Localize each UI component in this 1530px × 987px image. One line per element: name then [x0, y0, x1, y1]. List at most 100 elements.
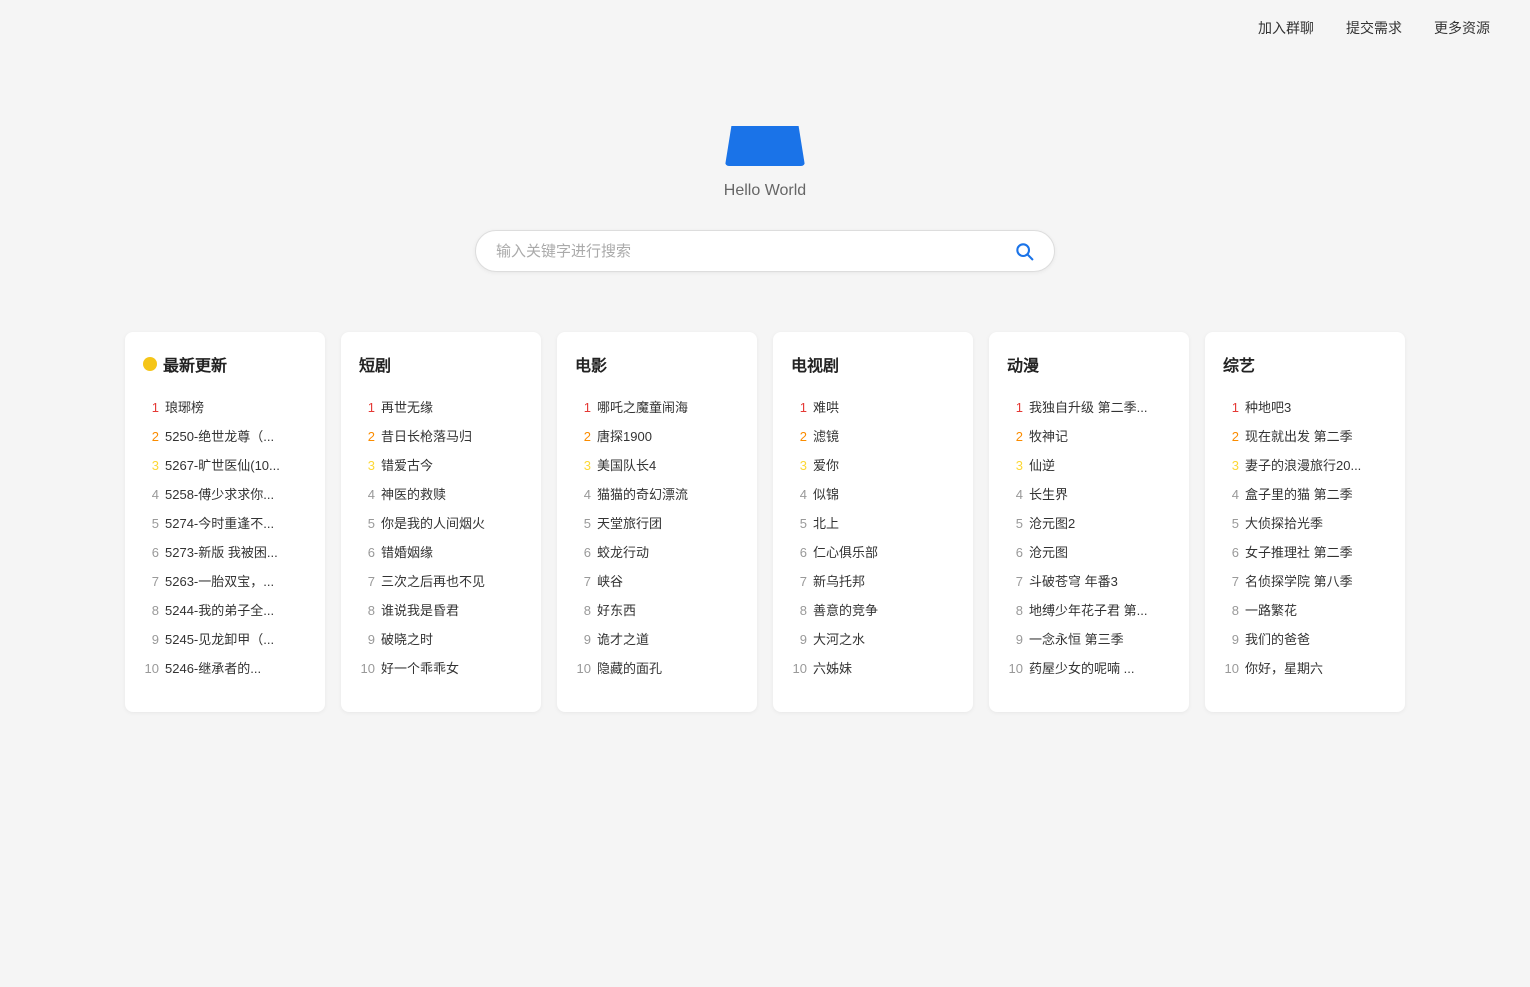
- list-item[interactable]: 4似锦: [791, 479, 955, 508]
- list-item[interactable]: 9诡才之道: [575, 624, 739, 653]
- list-item[interactable]: 1难哄: [791, 392, 955, 421]
- list-item[interactable]: 6女子推理社 第二季: [1223, 537, 1387, 566]
- list-item[interactable]: 10好一个乖乖女: [359, 653, 523, 682]
- list-item-text: 5244-我的弟子全...: [165, 600, 274, 619]
- list-item[interactable]: 7新乌托邦: [791, 566, 955, 595]
- list-item-number: 10: [143, 661, 159, 676]
- hero-section: Hello World: [0, 56, 1530, 312]
- list-item[interactable]: 6仁心俱乐部: [791, 537, 955, 566]
- list-item-text: 5274-今时重逢不...: [165, 513, 274, 532]
- list-item[interactable]: 2唐探1900: [575, 421, 739, 450]
- list-item-text: 隐藏的面孔: [597, 658, 662, 677]
- list-item[interactable]: 8谁说我是昏君: [359, 595, 523, 624]
- category-header-tv-drama: 电视剧: [791, 352, 955, 376]
- list-item-text: 5258-傅少求求你...: [165, 484, 274, 503]
- list-item-number: 9: [1223, 632, 1239, 647]
- list-item[interactable]: 3美国队长4: [575, 450, 739, 479]
- category-card-tv-drama: 电视剧 1难哄2滤镜3爱你4似锦5北上6仁心俱乐部7新乌托邦8善意的竞争9大河之水…: [773, 332, 973, 712]
- list-item[interactable]: 8地缚少年花子君 第...: [1007, 595, 1171, 624]
- list-item[interactable]: 3仙逆: [1007, 450, 1171, 479]
- list-item-text: 5273-新版 我被困...: [165, 542, 278, 561]
- list-item[interactable]: 8一路繁花: [1223, 595, 1387, 624]
- list-item[interactable]: 4猫猫的奇幻漂流: [575, 479, 739, 508]
- list-item[interactable]: 1种地吧3: [1223, 392, 1387, 421]
- list-item[interactable]: 95245-见龙卸甲（...: [143, 624, 307, 653]
- list-item[interactable]: 4长生界: [1007, 479, 1171, 508]
- list-item[interactable]: 5你是我的人间烟火: [359, 508, 523, 537]
- nav-submit-request[interactable]: 提交需求: [1346, 18, 1402, 38]
- list-item[interactable]: 85244-我的弟子全...: [143, 595, 307, 624]
- list-item-number: 9: [791, 632, 807, 647]
- list-item[interactable]: 7峡谷: [575, 566, 739, 595]
- category-dot: [143, 357, 157, 371]
- list-item-number: 1: [575, 400, 591, 415]
- list-item-number: 9: [1007, 632, 1023, 647]
- list-item[interactable]: 4盒子里的猫 第二季: [1223, 479, 1387, 508]
- list-item[interactable]: 65273-新版 我被困...: [143, 537, 307, 566]
- list-item-text: 唐探1900: [597, 426, 652, 445]
- list-item[interactable]: 10隐藏的面孔: [575, 653, 739, 682]
- list-item[interactable]: 25250-绝世龙尊（...: [143, 421, 307, 450]
- list-item[interactable]: 1琅琊榜: [143, 392, 307, 421]
- list-item-number: 5: [359, 516, 375, 531]
- list-item[interactable]: 8善意的竞争: [791, 595, 955, 624]
- list-item[interactable]: 10药屋少女的呢喃 ...: [1007, 653, 1171, 682]
- list-item-number: 7: [575, 574, 591, 589]
- search-button[interactable]: [1014, 241, 1034, 261]
- list-item-number: 4: [575, 487, 591, 502]
- list-item[interactable]: 3妻子的浪漫旅行20...: [1223, 450, 1387, 479]
- list-item-number: 4: [1223, 487, 1239, 502]
- list-item[interactable]: 3错爱古今: [359, 450, 523, 479]
- list-item[interactable]: 75263-一胎双宝，...: [143, 566, 307, 595]
- list-item[interactable]: 8好东西: [575, 595, 739, 624]
- list-item[interactable]: 9破晓之时: [359, 624, 523, 653]
- nav-more-resources[interactable]: 更多资源: [1434, 18, 1490, 38]
- list-item[interactable]: 3爱你: [791, 450, 955, 479]
- list-item[interactable]: 2牧神记: [1007, 421, 1171, 450]
- list-item[interactable]: 2滤镜: [791, 421, 955, 450]
- list-item-number: 6: [575, 545, 591, 560]
- category-header-anime: 动漫: [1007, 352, 1171, 376]
- list-item[interactable]: 10六姊妹: [791, 653, 955, 682]
- list-item[interactable]: 4神医的救赎: [359, 479, 523, 508]
- list-item[interactable]: 2现在就出发 第二季: [1223, 421, 1387, 450]
- list-item-text: 名侦探学院 第八季: [1245, 571, 1353, 590]
- list-item[interactable]: 5北上: [791, 508, 955, 537]
- list-item-number: 2: [1007, 429, 1023, 444]
- category-card-movie: 电影 1哪吒之魔童闹海2唐探19003美国队长44猫猫的奇幻漂流5天堂旅行团6蛟龙…: [557, 332, 757, 712]
- site-title: Hello World: [724, 182, 806, 200]
- list-item[interactable]: 5天堂旅行团: [575, 508, 739, 537]
- list-item[interactable]: 5沧元图2: [1007, 508, 1171, 537]
- list-item[interactable]: 7名侦探学院 第八季: [1223, 566, 1387, 595]
- list-item[interactable]: 2昔日长枪落马归: [359, 421, 523, 450]
- list-item[interactable]: 9一念永恒 第三季: [1007, 624, 1171, 653]
- list-item[interactable]: 9大河之水: [791, 624, 955, 653]
- list-item[interactable]: 10你好，星期六: [1223, 653, 1387, 682]
- list-item[interactable]: 35267-旷世医仙(10...: [143, 450, 307, 479]
- list-item-text: 仙逆: [1029, 455, 1055, 474]
- category-title-movie: 电影: [575, 352, 607, 376]
- list-item[interactable]: 1我独自升级 第二季...: [1007, 392, 1171, 421]
- list-item-number: 7: [1007, 574, 1023, 589]
- search-input[interactable]: [496, 243, 1014, 260]
- list-item[interactable]: 6沧元图: [1007, 537, 1171, 566]
- list-item[interactable]: 6错婚姻缘: [359, 537, 523, 566]
- list-item[interactable]: 7三次之后再也不见: [359, 566, 523, 595]
- list-item[interactable]: 105246-继承者的...: [143, 653, 307, 682]
- list-item[interactable]: 1再世无缘: [359, 392, 523, 421]
- list-item-text: 再世无缘: [381, 397, 433, 416]
- list-item-number: 5: [575, 516, 591, 531]
- list-item-text: 5263-一胎双宝，...: [165, 571, 274, 590]
- list-item[interactable]: 7斗破苍穹 年番3: [1007, 566, 1171, 595]
- list-item-text: 我独自升级 第二季...: [1029, 397, 1147, 416]
- list-item-text: 女子推理社 第二季: [1245, 542, 1353, 561]
- list-item-text: 我们的爸爸: [1245, 629, 1310, 648]
- list-item[interactable]: 45258-傅少求求你...: [143, 479, 307, 508]
- nav-join-group[interactable]: 加入群聊: [1258, 18, 1314, 38]
- list-item-number: 3: [143, 458, 159, 473]
- list-item[interactable]: 1哪吒之魔童闹海: [575, 392, 739, 421]
- list-item[interactable]: 5大侦探拾光季: [1223, 508, 1387, 537]
- list-item[interactable]: 55274-今时重逢不...: [143, 508, 307, 537]
- list-item[interactable]: 6蛟龙行动: [575, 537, 739, 566]
- list-item[interactable]: 9 我们的爸爸: [1223, 624, 1387, 653]
